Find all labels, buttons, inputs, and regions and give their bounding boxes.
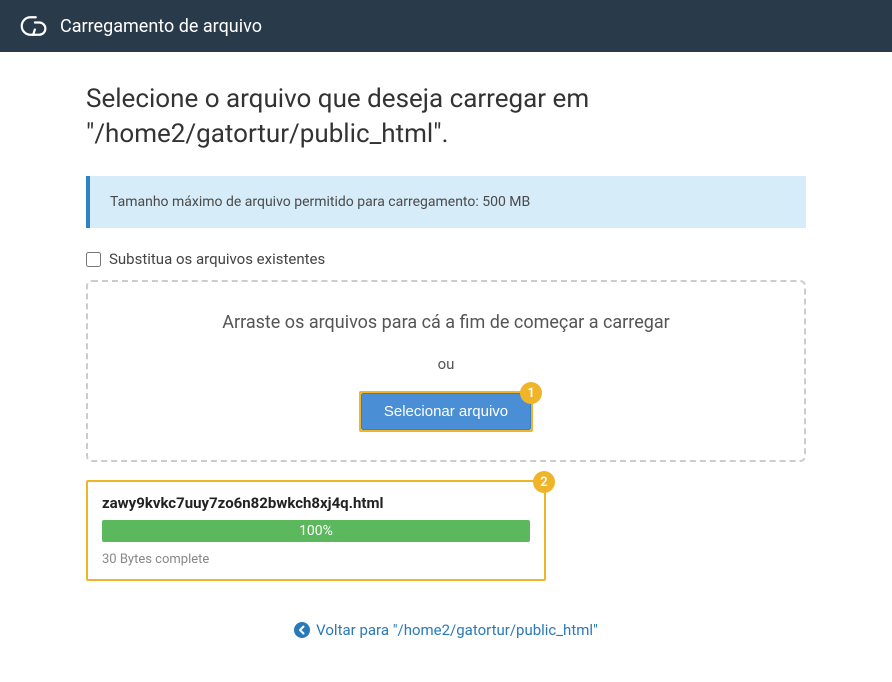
overwrite-label[interactable]: Substitua os arquivos existentes [109, 250, 325, 268]
main-content: Selecione o arquivo que deseja carregar … [66, 52, 826, 682]
page-heading: Selecione o arquivo que deseja carregar … [86, 82, 806, 152]
max-size-info: Tamanho máximo de arquivo permitido para… [86, 176, 806, 228]
upload-filename: zawy9kvkc7uuy7zo6n82bwkch8xj4q.html [102, 494, 530, 512]
dropzone-or-text: ou [108, 355, 784, 373]
app-header: Carregamento de arquivo [0, 0, 892, 52]
back-link-label: Voltar para "/home2/gatortur/public_html… [316, 621, 598, 639]
overwrite-checkbox-row: Substitua os arquivos existentes [86, 250, 806, 268]
select-file-button[interactable]: Selecionar arquivo [361, 393, 531, 430]
upload-status-text: 30 Bytes complete [102, 552, 530, 567]
arrow-left-circle-icon [294, 622, 310, 638]
overwrite-checkbox[interactable] [86, 252, 101, 267]
back-link-container: Voltar para "/home2/gatortur/public_html… [86, 621, 806, 642]
upload-progress-bar: 100% [102, 520, 530, 542]
select-file-highlight: Selecionar arquivo 1 [359, 391, 533, 432]
cpanel-logo-icon [20, 12, 48, 40]
page-title: Carregamento de arquivo [60, 16, 262, 37]
annotation-badge-1: 1 [520, 382, 542, 404]
file-dropzone[interactable]: Arraste os arquivos para cá a fim de com… [86, 280, 806, 462]
dropzone-drag-text: Arraste os arquivos para cá a fim de com… [108, 312, 784, 333]
upload-progress-card: 2 zawy9kvkc7uuy7zo6n82bwkch8xj4q.html 10… [86, 480, 546, 581]
back-link[interactable]: Voltar para "/home2/gatortur/public_html… [294, 621, 598, 639]
annotation-badge-2: 2 [533, 471, 555, 493]
